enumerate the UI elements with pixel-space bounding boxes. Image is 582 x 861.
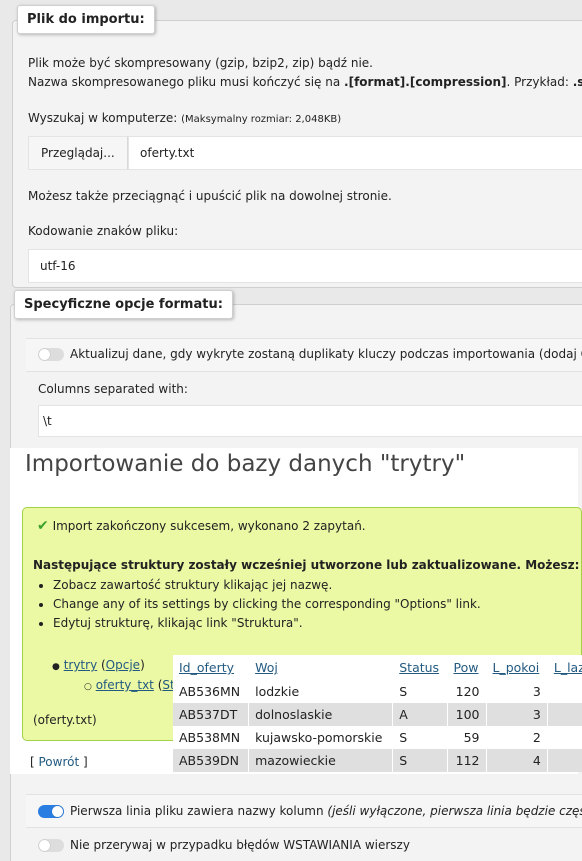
back-link[interactable]: Powrót: [39, 755, 80, 769]
update-dupes-label: Aktualizuj dane, gdy wykryte zostaną dup…: [70, 347, 582, 361]
page-title: Importowanie do bazy danych "trytry": [25, 451, 466, 477]
column-header[interactable]: Pow: [447, 655, 487, 680]
first-line-toggle[interactable]: [38, 805, 64, 818]
hint-item: Zobacz zawartość struktury klikając jej …: [53, 578, 481, 592]
format-options-legend: Specyficzne opcje formatu:: [14, 290, 233, 319]
db-link[interactable]: trytry: [64, 658, 97, 672]
column-header[interactable]: Id_oferty: [173, 655, 250, 680]
first-line-label: Pierwsza linia pliku zawiera nazwy kolum…: [70, 804, 582, 818]
table-tree-item: ○ oferty_txt (St: [84, 678, 175, 692]
column-header[interactable]: L_laz: [547, 655, 582, 680]
table-row: AB539DN mazowieckie S 112 4: [173, 749, 582, 772]
structures-hints: Zobacz zawartość struktury klikając jej …: [35, 578, 481, 635]
encoding-select[interactable]: utf-16: [28, 249, 582, 283]
file-note: (oferty.txt): [33, 713, 97, 727]
file-name-field[interactable]: oferty.txt: [128, 136, 582, 170]
max-size-note: (Maksymalny rozmiar: 2,048KB): [181, 114, 342, 125]
table-row: AB537DT dolnoslaskie A 100 3: [173, 703, 582, 726]
table-row: AB538MN kujawsko-pomorskie S 59 2: [173, 726, 582, 749]
structures-heading: Następujące struktury zostały wcześniej …: [33, 558, 580, 572]
success-message: ✔ Import zakończony sukcesem, wykonano 2…: [37, 518, 366, 534]
compress-info-line2: Nazwa skompresowanego pliku musi kończyć…: [28, 75, 582, 89]
encoding-label: Kodowanie znaków pliku:: [28, 224, 179, 238]
hint-item: Change any of its settings by clicking t…: [53, 597, 481, 611]
table-header-row: Id_oferty Woj Status Pow L_pokoi L_laz: [173, 655, 582, 680]
file-name-value: oferty.txt: [140, 146, 195, 160]
db-options-link[interactable]: Opcje: [106, 658, 140, 672]
column-header[interactable]: Woj: [248, 655, 394, 680]
encoding-value: utf-16: [40, 259, 76, 273]
columns-separator-value: \t: [43, 414, 52, 428]
drag-drop-hint: Możesz także przeciągnąć i upuścić plik …: [28, 189, 392, 203]
back-link-wrap: [ Powrót ]: [30, 755, 88, 769]
no-abort-toggle[interactable]: [38, 839, 64, 852]
no-abort-label: Nie przerywaj w przypadku błędów WSTAWIA…: [70, 838, 410, 852]
column-header[interactable]: L_pokoi: [486, 655, 548, 680]
update-dupes-toggle[interactable]: [38, 348, 64, 361]
db-tree-item: ● trytry (Opcje): [52, 658, 145, 672]
file-import-legend: Plik do importu:: [17, 5, 155, 34]
browse-label: Wyszukaj w komputerze: (Maksymalny rozmi…: [28, 111, 342, 125]
browse-button[interactable]: Przeglądaj...: [28, 136, 128, 170]
table-row: AB536MN lodzkie S 120 3: [173, 680, 582, 703]
columns-separator-input[interactable]: \t: [38, 405, 582, 437]
table-link[interactable]: oferty_txt: [96, 678, 154, 692]
preview-table: Id_oferty Woj Status Pow L_pokoi L_laz A…: [173, 655, 582, 772]
column-header[interactable]: Status: [392, 655, 448, 680]
check-icon: ✔: [37, 518, 49, 534]
columns-separator-label: Columns separated with:: [38, 382, 188, 396]
compress-info-line1: Plik może być skompresowany (gzip, bzip2…: [28, 56, 373, 70]
hint-item: Edytuj strukturę, klikając link "Struktu…: [53, 616, 481, 630]
